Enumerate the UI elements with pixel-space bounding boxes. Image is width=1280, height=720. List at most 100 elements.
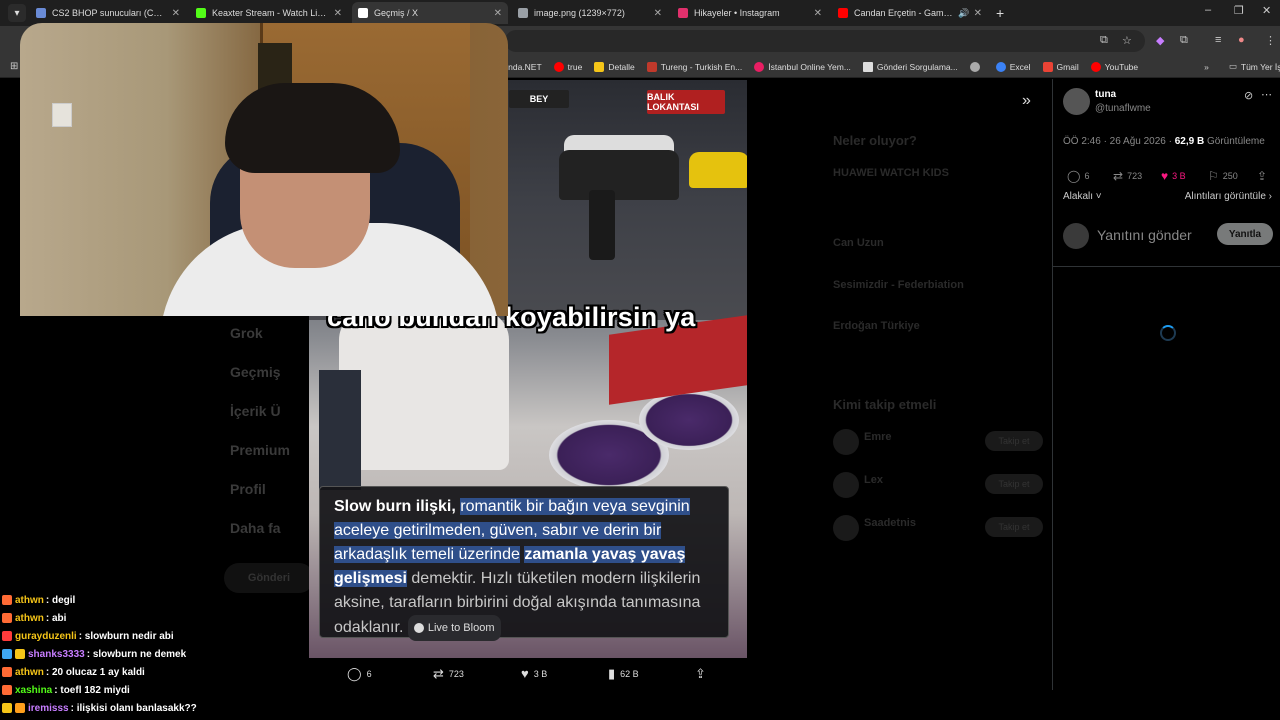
nav-history[interactable]: Geçmiş [230,364,281,380]
badge-icon [15,649,25,659]
like-button[interactable]: ♥ 3 B [521,666,547,681]
tweet-time[interactable]: ÖÖ 2:46 · 26 Ağu 2026 · [1063,136,1172,147]
expand-panel-icon[interactable]: » [1022,92,1031,110]
bookmark-label: Tureng - Turkish En... [660,61,743,72]
follow-button[interactable]: Takip et [985,431,1043,451]
reply-submit-button[interactable]: Yanıtla [1217,223,1273,245]
chat-username[interactable]: shanks3333 [28,649,85,660]
menu-kebab-icon[interactable]: ⋮ [1265,34,1276,47]
avatar[interactable] [833,429,859,455]
close-icon[interactable]: ✕ [334,8,342,19]
repost-button[interactable]: ⇄ 723 [1113,169,1142,183]
bookmark-item[interactable]: Excel [995,61,1031,72]
close-icon[interactable]: ✕ [654,8,662,19]
heart-icon: ♥ [521,666,529,681]
author-name[interactable]: tuna [1095,89,1116,100]
chat-username[interactable]: athwn [15,667,44,678]
bookmark-item[interactable]: Tureng - Turkish En... [646,61,743,72]
chat-username[interactable]: xashina [15,685,52,696]
chat-text: : slowburn ne demek [86,648,187,660]
steam-icon [36,8,46,18]
bookmark-item[interactable]: YouTube [1090,61,1138,72]
follow-button[interactable]: Takip et [985,474,1043,494]
maximize-button[interactable]: ❐ [1234,4,1244,17]
source-chip[interactable]: Live to Bloom [407,615,501,641]
avatar[interactable] [833,515,859,541]
views-button[interactable]: ▮ 62 B [608,666,639,682]
apps-grid-icon[interactable]: ⊞ [10,61,18,72]
more-icon[interactable]: ⋯ [1261,88,1272,101]
bookmark-item[interactable]: İstanbul Online Yem... [754,61,851,72]
bookmark-item[interactable]: Gönderi Sorgulama... [862,61,958,72]
nav-grok[interactable]: Grok [230,325,263,341]
reply-button[interactable]: ◯ 6 [347,666,372,682]
bookmark-star-icon[interactable]: ☆ [1122,34,1132,47]
speaker-icon[interactable]: 🔊 [958,8,969,19]
nav-profile[interactable]: Profil [230,481,266,497]
trash-bin [589,190,615,260]
view-quotes-link[interactable]: Alıntıları görüntüle › [1185,191,1272,202]
trend-item[interactable]: Can Uzun [833,237,884,249]
post-button[interactable]: Gönderi [224,563,314,593]
repost-button[interactable]: ⇄ 723 [433,666,464,682]
address-bar[interactable] [505,30,1145,52]
chat-username[interactable]: iremisss [28,703,69,714]
chevron-right-icon: › [1265,191,1272,202]
close-icon[interactable]: ✕ [814,8,822,19]
all-bookmarks-button[interactable]: ▭Tüm Yer İşaretleri [1229,61,1280,72]
bookmark-item[interactable]: unda.NET [503,62,541,72]
tab-keaxter-stream[interactable]: Keaxter Stream - Watch Live on ✕ [190,2,348,24]
tweet-meta: ÖÖ 2:46 · 26 Ağu 2026 · 62,9 B Görüntüle… [1063,136,1265,147]
avatar[interactable] [833,472,859,498]
avatar[interactable] [1063,88,1090,115]
close-icon[interactable]: ✕ [974,8,982,19]
trend-item[interactable]: Erdoğan Türkiye [833,320,920,332]
tab-image-png[interactable]: image.png (1239×772) ✕ [512,2,668,24]
media-control-icon[interactable]: ≡ [1215,34,1221,46]
close-window-button[interactable]: ✕ [1262,4,1271,17]
nav-content[interactable]: İçerik Ü [230,403,281,419]
bookmark-button[interactable]: ⚐ 250 [1208,169,1238,183]
bookmark-item[interactable]: Detalle [594,61,635,72]
repost-count: 723 [1127,171,1143,181]
install-app-icon[interactable]: ⧉ [1100,34,1108,47]
tab-search-chevron-icon[interactable]: ▾ [8,4,26,22]
minimize-button[interactable]: – [1205,4,1211,16]
follow-button[interactable]: Takip et [985,517,1043,537]
bookmarks-overflow-button[interactable]: » [1204,62,1209,72]
tab-instagram[interactable]: Hikayeler • Instagram ✕ [672,2,828,24]
sort-dropdown[interactable]: Alakalı ˅ [1063,191,1102,202]
extension-icon[interactable]: ◆ [1156,34,1164,47]
like-button[interactable]: ♥ 3 B [1161,169,1186,183]
bookmark-item[interactable]: Gmail [1042,61,1079,72]
tab-title: image.png (1239×772) [534,8,625,18]
reply-input[interactable]: Yanıtını gönder [1097,227,1192,243]
profile-avatar-icon[interactable]: ● [1238,34,1245,46]
trend-item[interactable]: Sesimizdir - Federbiation [833,279,964,291]
tab-cs2-bhop[interactable]: CS2 BHOP sunucuları (CS2) – C ✕ [30,2,186,24]
chat-message: athwn : degil [2,592,75,608]
share-button[interactable]: ⇪ [695,666,711,682]
grok-icon[interactable]: ⊘ [1244,89,1253,102]
bookmark-item[interactable] [969,61,984,72]
follow-name: Saadetnis [864,517,916,529]
chat-text: : degil [45,594,76,606]
close-icon[interactable]: ✕ [494,8,502,19]
share-button[interactable]: ⇪ [1257,169,1271,183]
chat-username[interactable]: athwn [15,595,44,606]
chat-message: athwn : 20 olucaz 1 ay kaldi [2,664,145,680]
chat-username[interactable]: athwn [15,613,44,624]
reply-button[interactable]: ◯ 6 [1067,169,1089,183]
chat-username[interactable]: gurayduzenli [15,631,77,642]
tab-gecmis-x[interactable]: Geçmiş / X ✕ [352,2,508,24]
new-tab-button[interactable]: + [996,5,1004,21]
author-handle[interactable]: @tunaflwme [1095,103,1151,114]
tab-youtube-candan[interactable]: Candan Erçetin - Gamsız Ha 🔊 ✕ [832,2,988,24]
close-icon[interactable]: ✕ [172,8,180,19]
nav-more[interactable]: Daha fa [230,520,281,536]
chevron-down-icon: ˅ [1093,191,1102,202]
bookmark-item[interactable]: true [553,61,582,72]
extensions-puzzle-icon[interactable]: ⧉ [1180,34,1188,47]
nav-premium[interactable]: Premium [230,442,290,458]
trend-item[interactable]: HUAWEI WATCH KIDS [833,167,949,179]
